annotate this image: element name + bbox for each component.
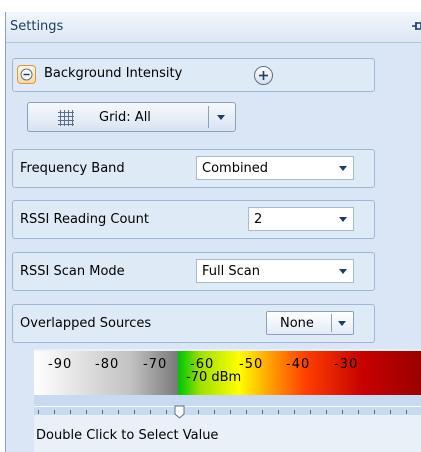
decrease-intensity-button[interactable] [17,65,36,84]
track-line [34,406,421,407]
track-tick [326,410,327,414]
chevron-down-icon[interactable] [217,115,225,120]
track-tick [358,410,359,414]
track-tick [374,410,375,414]
frequency-band-group: Frequency Band Combined [12,149,375,188]
panel-title: Settings [10,19,64,34]
track-tick [54,410,55,414]
rssi-reading-count-select[interactable]: 2 [248,207,354,231]
overlapped-sources-split-button[interactable]: None [266,311,354,335]
track-tick [390,410,391,414]
rssi-scale-slider[interactable]: -90 -80 -70 -60 -50 -40 -30 -70 dBm Doub… [34,349,421,452]
chevron-down-icon [339,268,347,274]
track-tick [134,410,135,414]
track-tick [70,410,71,414]
track-tick [262,410,263,414]
overlapped-sources-group: Overlapped Sources None [12,304,375,343]
track-tick [294,410,295,414]
track-tick [102,410,103,414]
pin-icon[interactable] [412,21,421,31]
current-value-label: -70 dBm [186,370,242,385]
tick-label: -80 [95,357,120,372]
tick-label: -90 [48,357,73,372]
chevron-down-icon [339,216,347,222]
minus-icon [20,68,33,81]
chevron-down-icon[interactable] [338,321,346,326]
track-tick [118,410,119,414]
frequency-band-select[interactable]: Combined [196,156,354,180]
grid-split-button[interactable]: Grid: All [27,102,236,132]
track-tick [230,410,231,414]
rssi-reading-count-dropdown-button[interactable] [333,208,353,230]
overlapped-sources-label: Overlapped Sources [20,316,152,331]
track-tick [38,410,39,414]
track-tick [310,410,311,414]
frequency-band-value: Combined [202,161,269,176]
overlapped-sources-value: None [280,316,314,331]
rssi-scan-mode-group: RSSI Scan Mode Full Scan [12,252,375,291]
rssi-scan-mode-select[interactable]: Full Scan [196,259,354,283]
track-tick [166,410,167,414]
tick-label: -70 [143,357,168,372]
increase-intensity-button[interactable] [254,66,273,85]
grid-button-label: Grid: All [99,110,151,125]
frequency-band-dropdown-button[interactable] [333,157,353,179]
track-tick [86,410,87,414]
background-intensity-group: Background Intensity [12,58,375,92]
grid-dropdown-divider [208,106,209,128]
overlapped-sources-divider [331,314,332,332]
select-value-hint: Double Click to Select Value [36,428,219,443]
grid-icon [58,110,74,126]
track-tick [214,410,215,414]
rssi-scan-mode-value: Full Scan [202,264,260,279]
rssi-scan-mode-label: RSSI Scan Mode [20,264,125,279]
tick-label: -40 [286,357,311,372]
track-tick [406,410,407,414]
rssi-scan-mode-dropdown-button[interactable] [333,260,353,282]
panel-header: Settings [6,12,421,43]
track-tick [246,410,247,414]
tick-label: -50 [239,357,264,372]
track-tick [342,410,343,414]
rssi-reading-count-group: RSSI Reading Count 2 [12,200,375,239]
track-tick [198,410,199,414]
chevron-down-icon [339,165,347,171]
track-tick [278,410,279,414]
background-intensity-label: Background Intensity [44,66,183,81]
slider-thumb[interactable] [174,405,185,419]
rssi-reading-count-value: 2 [254,212,263,227]
tick-label: -30 [334,357,359,372]
frequency-band-label: Frequency Band [20,161,125,176]
slider-track[interactable] [34,395,421,415]
rssi-reading-count-label: RSSI Reading Count [20,212,150,227]
plus-icon [259,71,268,80]
track-tick [150,410,151,414]
